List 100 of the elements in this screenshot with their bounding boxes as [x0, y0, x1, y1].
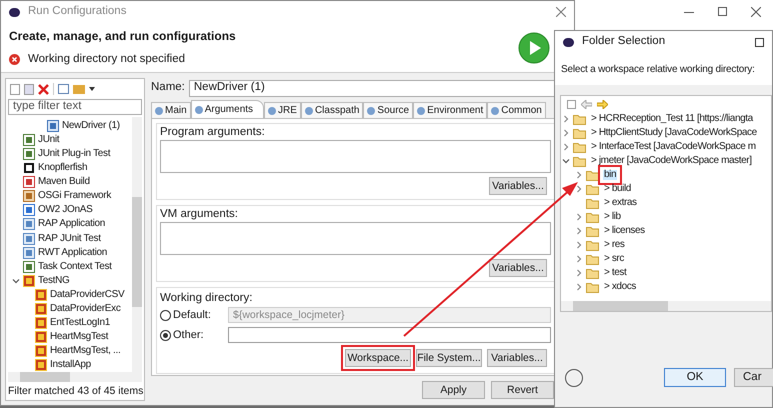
folder-icon — [586, 212, 600, 222]
folder-tree-item[interactable]: > licenses — [603, 226, 646, 236]
error-message: Working directory not specified — [28, 52, 186, 67]
config-type-icon — [35, 345, 47, 358]
radio-button[interactable] — [160, 330, 171, 340]
vertical-scrollbar[interactable] — [132, 117, 142, 372]
folder-tree-item[interactable]: > extras — [603, 198, 638, 208]
folder-tree-item[interactable]: > xdocs — [603, 282, 637, 292]
tree-item[interactable]: JUnit Plug-in Test — [38, 149, 110, 160]
folder-icon — [586, 282, 600, 292]
tree-item[interactable]: OW2 JOnAS — [38, 205, 93, 216]
restore-icon[interactable] — [718, 7, 727, 16]
delete-icon[interactable] — [38, 84, 49, 94]
tree-item[interactable]: HeartMsgTest — [50, 332, 108, 342]
dialog-button[interactable]: Apply — [422, 381, 485, 399]
tree-item[interactable]: HeartMsgTest, ... — [50, 346, 120, 356]
folder-tree-item[interactable]: > test — [603, 268, 628, 278]
folder-icon — [586, 198, 600, 208]
collapse-all-icon[interactable] — [58, 84, 69, 94]
maximize-icon[interactable] — [755, 38, 764, 46]
tab[interactable]: Arguments — [190, 100, 264, 118]
tree-item[interactable]: Task Context Test — [38, 262, 112, 272]
tree-item[interactable]: RAP Application — [38, 219, 106, 230]
tab[interactable]: Environment — [413, 102, 488, 118]
config-type-icon — [23, 176, 35, 188]
config-type-icon — [23, 134, 35, 146]
dialog-button[interactable]: Variables... — [487, 349, 547, 367]
dialog-button[interactable]: Revert — [491, 381, 554, 399]
chevron-right-icon[interactable] — [575, 283, 583, 291]
app-icon — [9, 8, 20, 16]
tree-item[interactable]: InstallApp — [50, 360, 91, 370]
config-type-icon — [23, 162, 35, 174]
tab[interactable]: Source — [363, 102, 414, 118]
filter-field[interactable]: type filter text — [8, 99, 142, 115]
folder-tree-item[interactable]: > res — [603, 240, 626, 250]
tree-item[interactable]: DataProviderExc — [50, 304, 121, 314]
dialog-button[interactable]: Car — [734, 368, 773, 387]
folder-icon — [573, 142, 587, 152]
chevron-right-icon[interactable] — [575, 171, 583, 179]
radio-label: Default: — [173, 308, 211, 323]
dialog-button[interactable]: OK — [664, 368, 726, 387]
chevron-down-icon[interactable] — [12, 276, 20, 285]
dialog-button[interactable]: Workspace... — [345, 349, 411, 367]
folder-tree-item[interactable]: > lib — [603, 212, 622, 222]
horizontal-scrollbar[interactable] — [8, 372, 142, 382]
tab[interactable]: Common — [487, 102, 546, 118]
tab[interactable]: Main — [151, 102, 191, 118]
tree-item[interactable]: RWT Application — [38, 248, 108, 258]
back-arrow-icon[interactable] — [581, 100, 592, 108]
chevron-right-icon[interactable] — [575, 241, 583, 249]
folder-tree-item[interactable]: > src — [603, 254, 625, 264]
arguments-field[interactable] — [160, 222, 551, 255]
chevron-right-icon[interactable] — [575, 269, 583, 277]
config-type-icon — [35, 316, 47, 329]
chevron-right-icon[interactable] — [575, 213, 583, 221]
tree-item[interactable]: RAP JUnit Test — [38, 234, 101, 244]
chevron-right-icon[interactable] — [562, 143, 570, 151]
folder-tree-item[interactable]: bin — [603, 170, 618, 180]
config-type-icon — [35, 359, 47, 372]
dialog-button[interactable]: File System... — [416, 349, 482, 367]
config-type-icon — [35, 288, 47, 301]
folder-tree-item[interactable]: > HttpClientStudy [JavaCodeWorkSpace — [590, 128, 758, 138]
folder-tree-item[interactable]: > jmeter [JavaCodeWorkSpace master] — [590, 156, 753, 166]
tree-item[interactable]: NewDriver (1) — [62, 121, 120, 132]
tree-item[interactable]: JUnit — [38, 135, 60, 146]
arguments-field[interactable] — [160, 140, 551, 173]
close-icon[interactable] — [556, 7, 566, 17]
folder-icon — [586, 240, 600, 250]
tree-item[interactable]: DataProviderCSV — [50, 290, 124, 300]
tab[interactable]: Classpath — [300, 102, 364, 118]
folder-tree-item[interactable]: > InterfaceTest [JavaCodeWorkSpace m — [590, 142, 757, 152]
tree-item[interactable]: Knopflerfish — [38, 163, 88, 174]
dialog-button[interactable]: Variables... — [489, 259, 547, 277]
chevron-right-icon[interactable] — [575, 255, 583, 263]
chevron-right-icon[interactable] — [575, 227, 583, 235]
forward-arrow-icon[interactable] — [597, 100, 608, 108]
tree-item[interactable]: Maven Build — [38, 177, 90, 188]
chevron-right-icon[interactable] — [575, 185, 583, 193]
group-label: VM arguments: — [160, 207, 239, 222]
tree-item[interactable]: EntTestLogIn1 — [50, 318, 110, 328]
dropdown-caret-icon[interactable] — [89, 87, 95, 91]
radio-button[interactable] — [160, 310, 171, 320]
folder-icon — [573, 128, 587, 138]
folder-tree-item[interactable]: > HCRReception_Test 11 [https://liangta — [590, 114, 754, 124]
close-icon[interactable] — [751, 7, 761, 17]
tree-item[interactable]: OSGi Framework — [38, 191, 112, 202]
horizontal-scrollbar[interactable] — [561, 301, 771, 311]
dialog-button[interactable]: Variables... — [489, 177, 547, 195]
folder-icon — [586, 170, 600, 180]
config-type-icon — [47, 120, 59, 132]
tab[interactable]: JRE — [264, 102, 301, 118]
folder-tree-item[interactable]: > build — [603, 184, 632, 194]
config-type-icon — [23, 190, 35, 202]
chevron-right-icon[interactable] — [562, 115, 570, 123]
directory-field[interactable] — [228, 327, 551, 343]
tree-item[interactable]: TestNG — [38, 276, 70, 286]
chevron-down-icon[interactable] — [562, 157, 570, 165]
dialog-title: Folder Selection — [582, 34, 666, 50]
filter-status: Filter matched 43 of 45 items — [8, 385, 142, 398]
chevron-right-icon[interactable] — [562, 129, 570, 137]
